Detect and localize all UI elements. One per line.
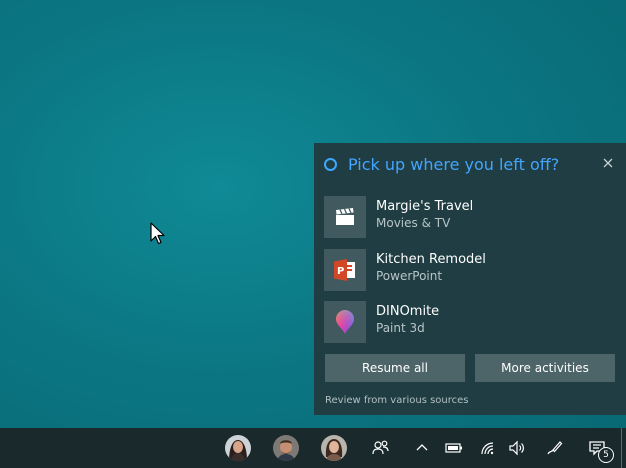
activity-title: Margie's Travel (376, 199, 474, 214)
svg-text:P: P (337, 266, 344, 277)
person-1-avatar[interactable] (225, 435, 251, 461)
paint3d-icon (324, 301, 366, 343)
activity-item-kitchen-remodel[interactable]: P Kitchen Remodel PowerPoint (324, 249, 614, 291)
pick-up-flyout: Pick up where you left off? Margie's Tra… (314, 143, 626, 415)
volume-icon[interactable] (508, 439, 526, 457)
notification-count-badge: 5 (598, 447, 614, 463)
activity-app: Paint 3d (376, 321, 425, 335)
more-activities-button[interactable]: More activities (475, 354, 615, 382)
flyout-title: Pick up where you left off? (348, 155, 560, 174)
activity-item-dinomite[interactable]: DINOmite Paint 3d (324, 301, 614, 343)
movies-clapper-icon (324, 196, 366, 238)
activity-app: Movies & TV (376, 216, 451, 230)
battery-icon[interactable] (445, 439, 463, 457)
activity-title: Kitchen Remodel (376, 252, 486, 267)
show-desktop-button[interactable] (621, 428, 622, 468)
wifi-icon[interactable] (478, 439, 496, 457)
activity-title: DINOmite (376, 304, 440, 319)
flyout-footer[interactable]: Review from various sources (325, 395, 469, 406)
activity-app: PowerPoint (376, 269, 443, 283)
pen-workspace-icon[interactable] (545, 439, 563, 457)
taskbar (0, 428, 626, 468)
person-3-avatar[interactable] (321, 435, 347, 461)
powerpoint-icon: P (324, 249, 366, 291)
people-icon[interactable] (372, 439, 390, 457)
cortana-icon (324, 158, 337, 171)
chevron-up-icon[interactable] (413, 439, 431, 457)
close-icon[interactable] (600, 155, 616, 171)
mouse-pointer-icon (150, 222, 165, 245)
activity-item-margies-travel[interactable]: Margie's Travel Movies & TV (324, 196, 614, 238)
resume-all-button[interactable]: Resume all (325, 354, 465, 382)
person-2-avatar[interactable] (273, 435, 299, 461)
flyout-header: Pick up where you left off? (324, 155, 616, 177)
